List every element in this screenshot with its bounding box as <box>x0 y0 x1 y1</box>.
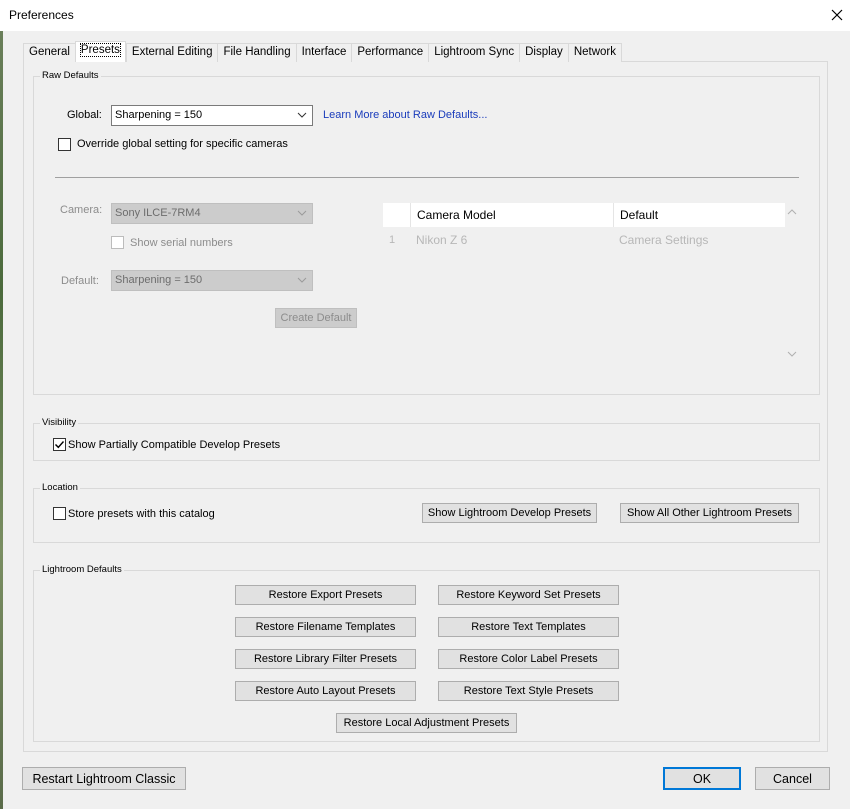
restore-color-label-presets-button[interactable]: Restore Color Label Presets <box>438 649 619 669</box>
restore-export-presets-button[interactable]: Restore Export Presets <box>235 585 416 605</box>
restart-lightroom-button[interactable]: Restart Lightroom Classic <box>22 767 186 790</box>
chevron-down-icon[interactable] <box>787 349 797 359</box>
show-develop-presets-button[interactable]: Show Lightroom Develop Presets <box>422 503 597 523</box>
checkmark-icon <box>55 441 65 449</box>
window-title: Preferences <box>9 8 74 22</box>
raw-defaults-label: Raw Defaults <box>40 70 101 81</box>
divider <box>55 177 799 178</box>
close-icon <box>831 9 842 21</box>
serial-numbers-checkbox[interactable] <box>111 236 124 249</box>
tab-network[interactable]: Network <box>567 43 622 62</box>
chevron-up-icon[interactable] <box>787 207 797 217</box>
restore-keyword-set-presets-button[interactable]: Restore Keyword Set Presets <box>438 585 619 605</box>
global-preset-dropdown[interactable]: Sharpening = 150 <box>111 105 313 126</box>
camera-dropdown[interactable]: Sony ILCE-7RM4 <box>111 203 313 224</box>
tab-file-handling[interactable]: File Handling <box>217 43 296 62</box>
override-checkbox[interactable] <box>58 138 71 151</box>
camera-defaults-table <box>383 203 785 363</box>
tab-performance[interactable]: Performance <box>351 43 429 62</box>
restore-filename-templates-button[interactable]: Restore Filename Templates <box>235 617 416 637</box>
tab-general[interactable]: General <box>23 43 75 62</box>
restore-auto-layout-presets-button[interactable]: Restore Auto Layout Presets <box>235 681 416 701</box>
column-divider <box>410 203 411 227</box>
chevron-down-icon <box>297 112 307 118</box>
tab-display[interactable]: Display <box>519 43 568 62</box>
tab-presets[interactable]: Presets <box>74 41 126 62</box>
column-divider <box>613 203 614 227</box>
tab-interface[interactable]: Interface <box>295 43 352 62</box>
show-partial-label: Show Partially Compatible Develop Preset… <box>68 439 281 451</box>
location-label: Location <box>40 482 80 493</box>
background-window-edge <box>0 31 3 809</box>
row-default[interactable]: Camera Settings <box>619 233 708 247</box>
store-presets-checkbox[interactable] <box>53 507 66 520</box>
create-default-button[interactable]: Create Default <box>275 308 357 328</box>
default-dropdown[interactable]: Sharpening = 150 <box>111 270 313 291</box>
show-partial-checkbox[interactable] <box>53 438 66 451</box>
camera-value: Sony ILCE-7RM4 <box>115 207 201 219</box>
col-default[interactable]: Default <box>620 208 658 222</box>
default-label: Default: <box>61 275 99 287</box>
row-camera-model[interactable]: Nikon Z 6 <box>416 233 467 247</box>
restore-local-adjustment-presets-button[interactable]: Restore Local Adjustment Presets <box>336 713 517 733</box>
ok-button[interactable]: OK <box>663 767 741 790</box>
show-other-presets-button[interactable]: Show All Other Lightroom Presets <box>620 503 799 523</box>
chevron-down-icon <box>297 210 307 216</box>
restore-text-style-presets-button[interactable]: Restore Text Style Presets <box>438 681 619 701</box>
tab-bar: General Presets External Editing File Ha… <box>23 41 622 62</box>
table-scrollbar[interactable] <box>785 203 799 363</box>
chevron-down-icon <box>297 277 307 283</box>
store-presets-label: Store presets with this catalog <box>68 508 215 520</box>
default-value: Sharpening = 150 <box>115 274 203 286</box>
override-label: Override global setting for specific cam… <box>77 138 288 150</box>
row-index: 1 <box>389 234 396 246</box>
restore-text-templates-button[interactable]: Restore Text Templates <box>438 617 619 637</box>
title-bar <box>0 0 850 31</box>
global-label: Global: <box>67 109 102 121</box>
camera-label: Camera: <box>60 204 103 216</box>
global-preset-value: Sharpening = 150 <box>115 109 203 121</box>
learn-more-link[interactable]: Learn More about Raw Defaults... <box>323 109 487 121</box>
visibility-label: Visibility <box>40 417 79 428</box>
tab-external-editing[interactable]: External Editing <box>125 43 218 62</box>
close-button[interactable] <box>823 0 850 30</box>
cancel-button[interactable]: Cancel <box>755 767 830 790</box>
lightroom-defaults-label: Lightroom Defaults <box>40 564 124 575</box>
serial-numbers-label: Show serial numbers <box>130 237 233 249</box>
col-camera-model[interactable]: Camera Model <box>417 208 496 222</box>
restore-library-filter-presets-button[interactable]: Restore Library Filter Presets <box>235 649 416 669</box>
tab-lightroom-sync[interactable]: Lightroom Sync <box>428 43 520 62</box>
